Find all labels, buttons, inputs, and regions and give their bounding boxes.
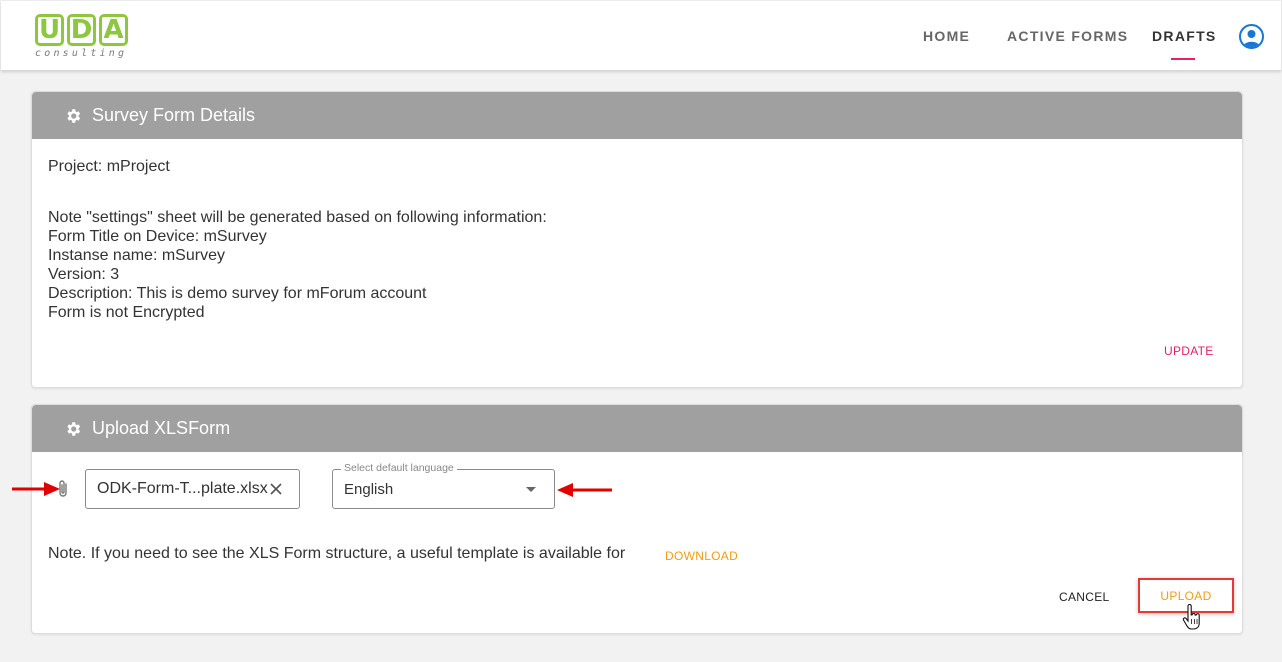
form-title-line: Form Title on Device: mSurvey xyxy=(48,228,267,245)
template-note: Note. If you need to see the XLS Form st… xyxy=(48,545,626,562)
nav-active-underline xyxy=(1171,58,1195,60)
details-card-header: Survey Form Details xyxy=(32,92,1242,139)
user-avatar-icon[interactable] xyxy=(1239,24,1264,49)
instance-name-line: Instanse name: mSurvey xyxy=(48,247,225,264)
chevron-down-icon xyxy=(526,487,536,492)
upload-xlsform-card: Upload XLSForm ODK-Form-T...plate.xlsx S… xyxy=(31,404,1243,634)
cancel-button[interactable]: CANCEL xyxy=(1059,590,1109,604)
annotation-arrow-left-icon xyxy=(557,483,612,497)
language-select-value: English xyxy=(344,481,394,498)
description-line: Description: This is demo survey for mFo… xyxy=(48,285,427,302)
upload-card-header: Upload XLSForm xyxy=(32,405,1242,452)
logo-letter-u: U xyxy=(35,14,64,46)
details-card-title: Survey Form Details xyxy=(92,105,256,125)
selected-file-chip[interactable]: ODK-Form-T...plate.xlsx xyxy=(85,469,300,509)
annotation-arrow-right-icon xyxy=(12,482,60,496)
file-name: ODK-Form-T...plate.xlsx xyxy=(97,480,268,497)
language-select-label: Select default language xyxy=(341,462,457,474)
nav-drafts[interactable]: DRAFTS xyxy=(1152,28,1217,44)
top-navbar: U D A consulting HOME ACTIVE FORMS DRAFT… xyxy=(1,1,1281,71)
logo-letter-d: D xyxy=(67,14,96,46)
gear-icon xyxy=(67,421,81,436)
default-language-select[interactable]: Select default language English xyxy=(332,462,555,509)
version-line: Version: 3 xyxy=(48,266,120,283)
nav-active-forms[interactable]: ACTIVE FORMS xyxy=(1007,28,1128,44)
logo-subtitle: consulting xyxy=(35,48,128,59)
logo-letter-a: A xyxy=(99,14,128,46)
gear-icon xyxy=(67,108,81,123)
update-button[interactable]: UPDATE xyxy=(1164,344,1214,358)
project-line: Project: mProject xyxy=(48,158,170,175)
clear-file-icon[interactable] xyxy=(267,480,285,498)
nav-home[interactable]: HOME xyxy=(923,28,970,44)
details-body: Project: mProject Note "settings" sheet … xyxy=(32,139,1242,322)
uda-consulting-logo[interactable]: U D A consulting xyxy=(35,14,135,60)
download-template-button[interactable]: DOWNLOAD xyxy=(665,549,738,563)
settings-note-line: Note "settings" sheet will be generated … xyxy=(48,209,547,226)
hand-cursor-icon xyxy=(1182,604,1200,630)
survey-form-details-card: Survey Form Details Project: mProject No… xyxy=(31,91,1243,388)
upload-button-label: UPLOAD xyxy=(1160,588,1212,603)
encryption-line: Form is not Encrypted xyxy=(48,304,205,321)
upload-card-title: Upload XLSForm xyxy=(92,418,231,438)
